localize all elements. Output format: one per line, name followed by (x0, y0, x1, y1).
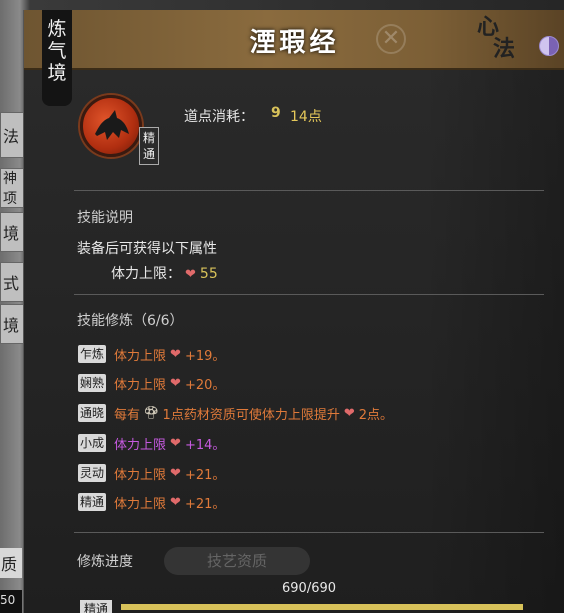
divider (74, 190, 544, 191)
training-title: 技能修炼（6/6） (77, 313, 184, 329)
training-text: 体力上限 (114, 377, 167, 393)
training-value: +21。 (184, 467, 226, 483)
training-row: 娴熟 体力上限 ❤ +20。 (78, 373, 225, 393)
realm-char: 炼 (47, 18, 67, 40)
training-text: 体力上限 (114, 496, 167, 512)
category-char: 法 (493, 36, 516, 62)
attr-label: 体力上限： (111, 266, 181, 282)
yinyang-icon[interactable] (539, 36, 559, 56)
training-row: 通晓 每有 🍄︎ 1点药材资质可使体力上限提升 ❤ 2点。 (78, 403, 393, 423)
progress-rank-tag: 精通 (80, 600, 112, 613)
heart-icon: ❤ (170, 435, 181, 451)
progress-bar (121, 604, 523, 610)
rank-char: 通 (142, 147, 155, 161)
heart-icon: ❤ (170, 465, 181, 481)
training-tag: 通晓 (78, 404, 107, 422)
category-logo: 心 法 (471, 16, 523, 66)
skill-detail-panel: 炼 气 境 湮瑕经 ✕ 心 法 精 通 道点消耗： 9 14点 技能说明 装备后… (23, 10, 564, 613)
heart-icon: ❤ (170, 375, 181, 391)
rank-char: 精 (142, 131, 155, 145)
training-row: 乍炼 体力上限 ❤ +19。 (78, 344, 225, 364)
training-row: 小成 体力上限 ❤ +14。 (78, 433, 225, 453)
attr-intro: 装备后可获得以下属性 (77, 241, 217, 257)
heart-icon: ❤ (170, 346, 181, 362)
training-text: 体力上限 (114, 348, 167, 364)
training-value: +20。 (184, 377, 226, 393)
bg-tab-label: 法 (3, 127, 20, 146)
training-tag: 精通 (78, 493, 107, 511)
rank-badge: 精 通 (139, 127, 159, 165)
bg-number: 50 (0, 590, 22, 613)
training-row: 精通 体力上限 ❤ +21。 (78, 492, 225, 512)
attr-value: 55 (199, 266, 218, 282)
training-value: +21。 (184, 496, 226, 512)
training-tag: 灵动 (78, 464, 107, 482)
bg-tab-label: 神项 (3, 171, 17, 207)
training-value: +19。 (184, 348, 226, 364)
training-tag: 小成 (78, 434, 107, 452)
training-text: 每有 (114, 407, 141, 423)
training-row: 灵动 体力上限 ❤ +21。 (78, 463, 225, 483)
training-text: 体力上限 (114, 437, 167, 453)
heart-icon: ❤ (185, 267, 196, 282)
skill-icon (80, 95, 142, 157)
training-value: 2点。 (358, 407, 394, 423)
cost-label: 道点消耗： (184, 109, 254, 125)
divider (74, 532, 544, 533)
bg-tab-label: 式 (3, 274, 20, 293)
category-char: 心 (477, 14, 500, 40)
attr-row: 体力上限： ❤ 55 (111, 263, 218, 283)
bg-tab-label: 境 (3, 316, 20, 335)
dao-point-icon: 9 (271, 105, 281, 121)
divider (74, 294, 544, 295)
training-tag: 乍炼 (78, 345, 107, 363)
training-tag: 娴熟 (78, 374, 107, 392)
close-icon[interactable]: ✕ (376, 24, 406, 54)
training-text: 体力上限 (114, 467, 167, 483)
cost-value: 14点 (290, 109, 322, 125)
progress-value: 690/690 (282, 581, 337, 596)
heart-icon: ❤ (343, 405, 355, 421)
bg-quality-label: 质 (0, 548, 22, 578)
progress-fill (121, 604, 523, 610)
realm-char: 境 (47, 62, 67, 84)
realm-badge: 炼 气 境 (42, 10, 72, 106)
training-text: 1点药材资质可使体力上限提升 (162, 407, 340, 423)
bg-tab-label: 境 (3, 224, 20, 243)
progress-label: 修炼进度 (77, 554, 133, 570)
skill-aptitude-tab[interactable]: 技艺资质 (164, 547, 310, 575)
description-title: 技能说明 (77, 210, 133, 226)
realm-char: 气 (47, 40, 67, 62)
mushroom-icon: 🍄︎ (143, 405, 160, 421)
heart-icon: ❤ (170, 494, 181, 510)
training-value: +14。 (184, 437, 226, 453)
